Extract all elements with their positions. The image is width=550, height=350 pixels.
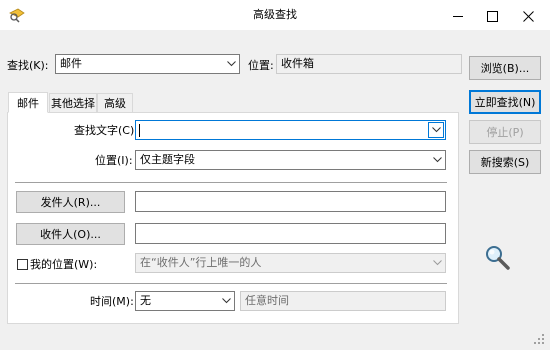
- magnifier-icon: [484, 244, 512, 272]
- location-field: 收件箱: [276, 54, 462, 74]
- from-input[interactable]: [135, 191, 446, 212]
- where-dropdown: 在“收件人”行上唯一的人: [135, 253, 446, 273]
- resize-grip[interactable]: [533, 333, 545, 345]
- look-for-label: 查找(K):: [7, 59, 49, 72]
- minimize-button[interactable]: [443, 8, 473, 24]
- search-text-input[interactable]: [135, 120, 446, 140]
- tab-advanced[interactable]: 高级: [97, 93, 133, 112]
- title-bar: 高级查找: [0, 0, 550, 30]
- minimize-icon: [453, 15, 463, 17]
- new-search-button[interactable]: 新搜索(S): [469, 150, 541, 174]
- look-for-value: 邮件: [60, 57, 82, 70]
- chevron-down-icon: [218, 292, 234, 310]
- time-range-dropdown: 任意时间: [240, 291, 446, 311]
- divider: [15, 182, 447, 183]
- time-dropdown[interactable]: 无: [135, 291, 235, 311]
- maximize-icon: [486, 10, 498, 22]
- sent-to-input[interactable]: [135, 223, 446, 244]
- chevron-down-icon[interactable]: [428, 122, 444, 138]
- location-label: 位置:: [248, 59, 274, 72]
- browse-button[interactable]: 浏览(B)...: [469, 56, 541, 80]
- look-for-dropdown[interactable]: 邮件: [55, 54, 240, 74]
- where-checkbox[interactable]: [17, 259, 28, 270]
- sent-to-button[interactable]: 收件人(O)...: [16, 223, 125, 245]
- stop-button: 停止(P): [469, 120, 541, 144]
- chevron-down-icon: [223, 55, 239, 73]
- chevron-down-icon: [429, 254, 445, 272]
- time-value: 无: [140, 294, 151, 307]
- close-button[interactable]: [513, 8, 543, 24]
- in-value: 仅主题字段: [140, 153, 195, 166]
- chevron-down-icon: [429, 151, 445, 169]
- where-value: 在“收件人”行上唯一的人: [140, 256, 262, 269]
- close-icon: [522, 10, 534, 22]
- tab-mail[interactable]: 邮件: [8, 92, 48, 113]
- search-text-label: 查找文字(C):: [74, 124, 138, 137]
- where-label: 我的位置(W):: [30, 258, 98, 271]
- location-value: 收件箱: [281, 57, 314, 70]
- text-cursor: [139, 124, 140, 137]
- in-dropdown[interactable]: 仅主题字段: [135, 150, 446, 170]
- maximize-button[interactable]: [477, 8, 507, 24]
- in-label: 位置(I):: [95, 154, 133, 167]
- tab-more-choices[interactable]: 其他选择: [49, 93, 97, 112]
- time-label: 时间(M):: [90, 295, 134, 308]
- divider: [15, 283, 447, 284]
- find-now-button[interactable]: 立即查找(N): [469, 90, 541, 114]
- time-range-value: 任意时间: [245, 294, 289, 307]
- from-button[interactable]: 发件人(R)...: [16, 191, 125, 213]
